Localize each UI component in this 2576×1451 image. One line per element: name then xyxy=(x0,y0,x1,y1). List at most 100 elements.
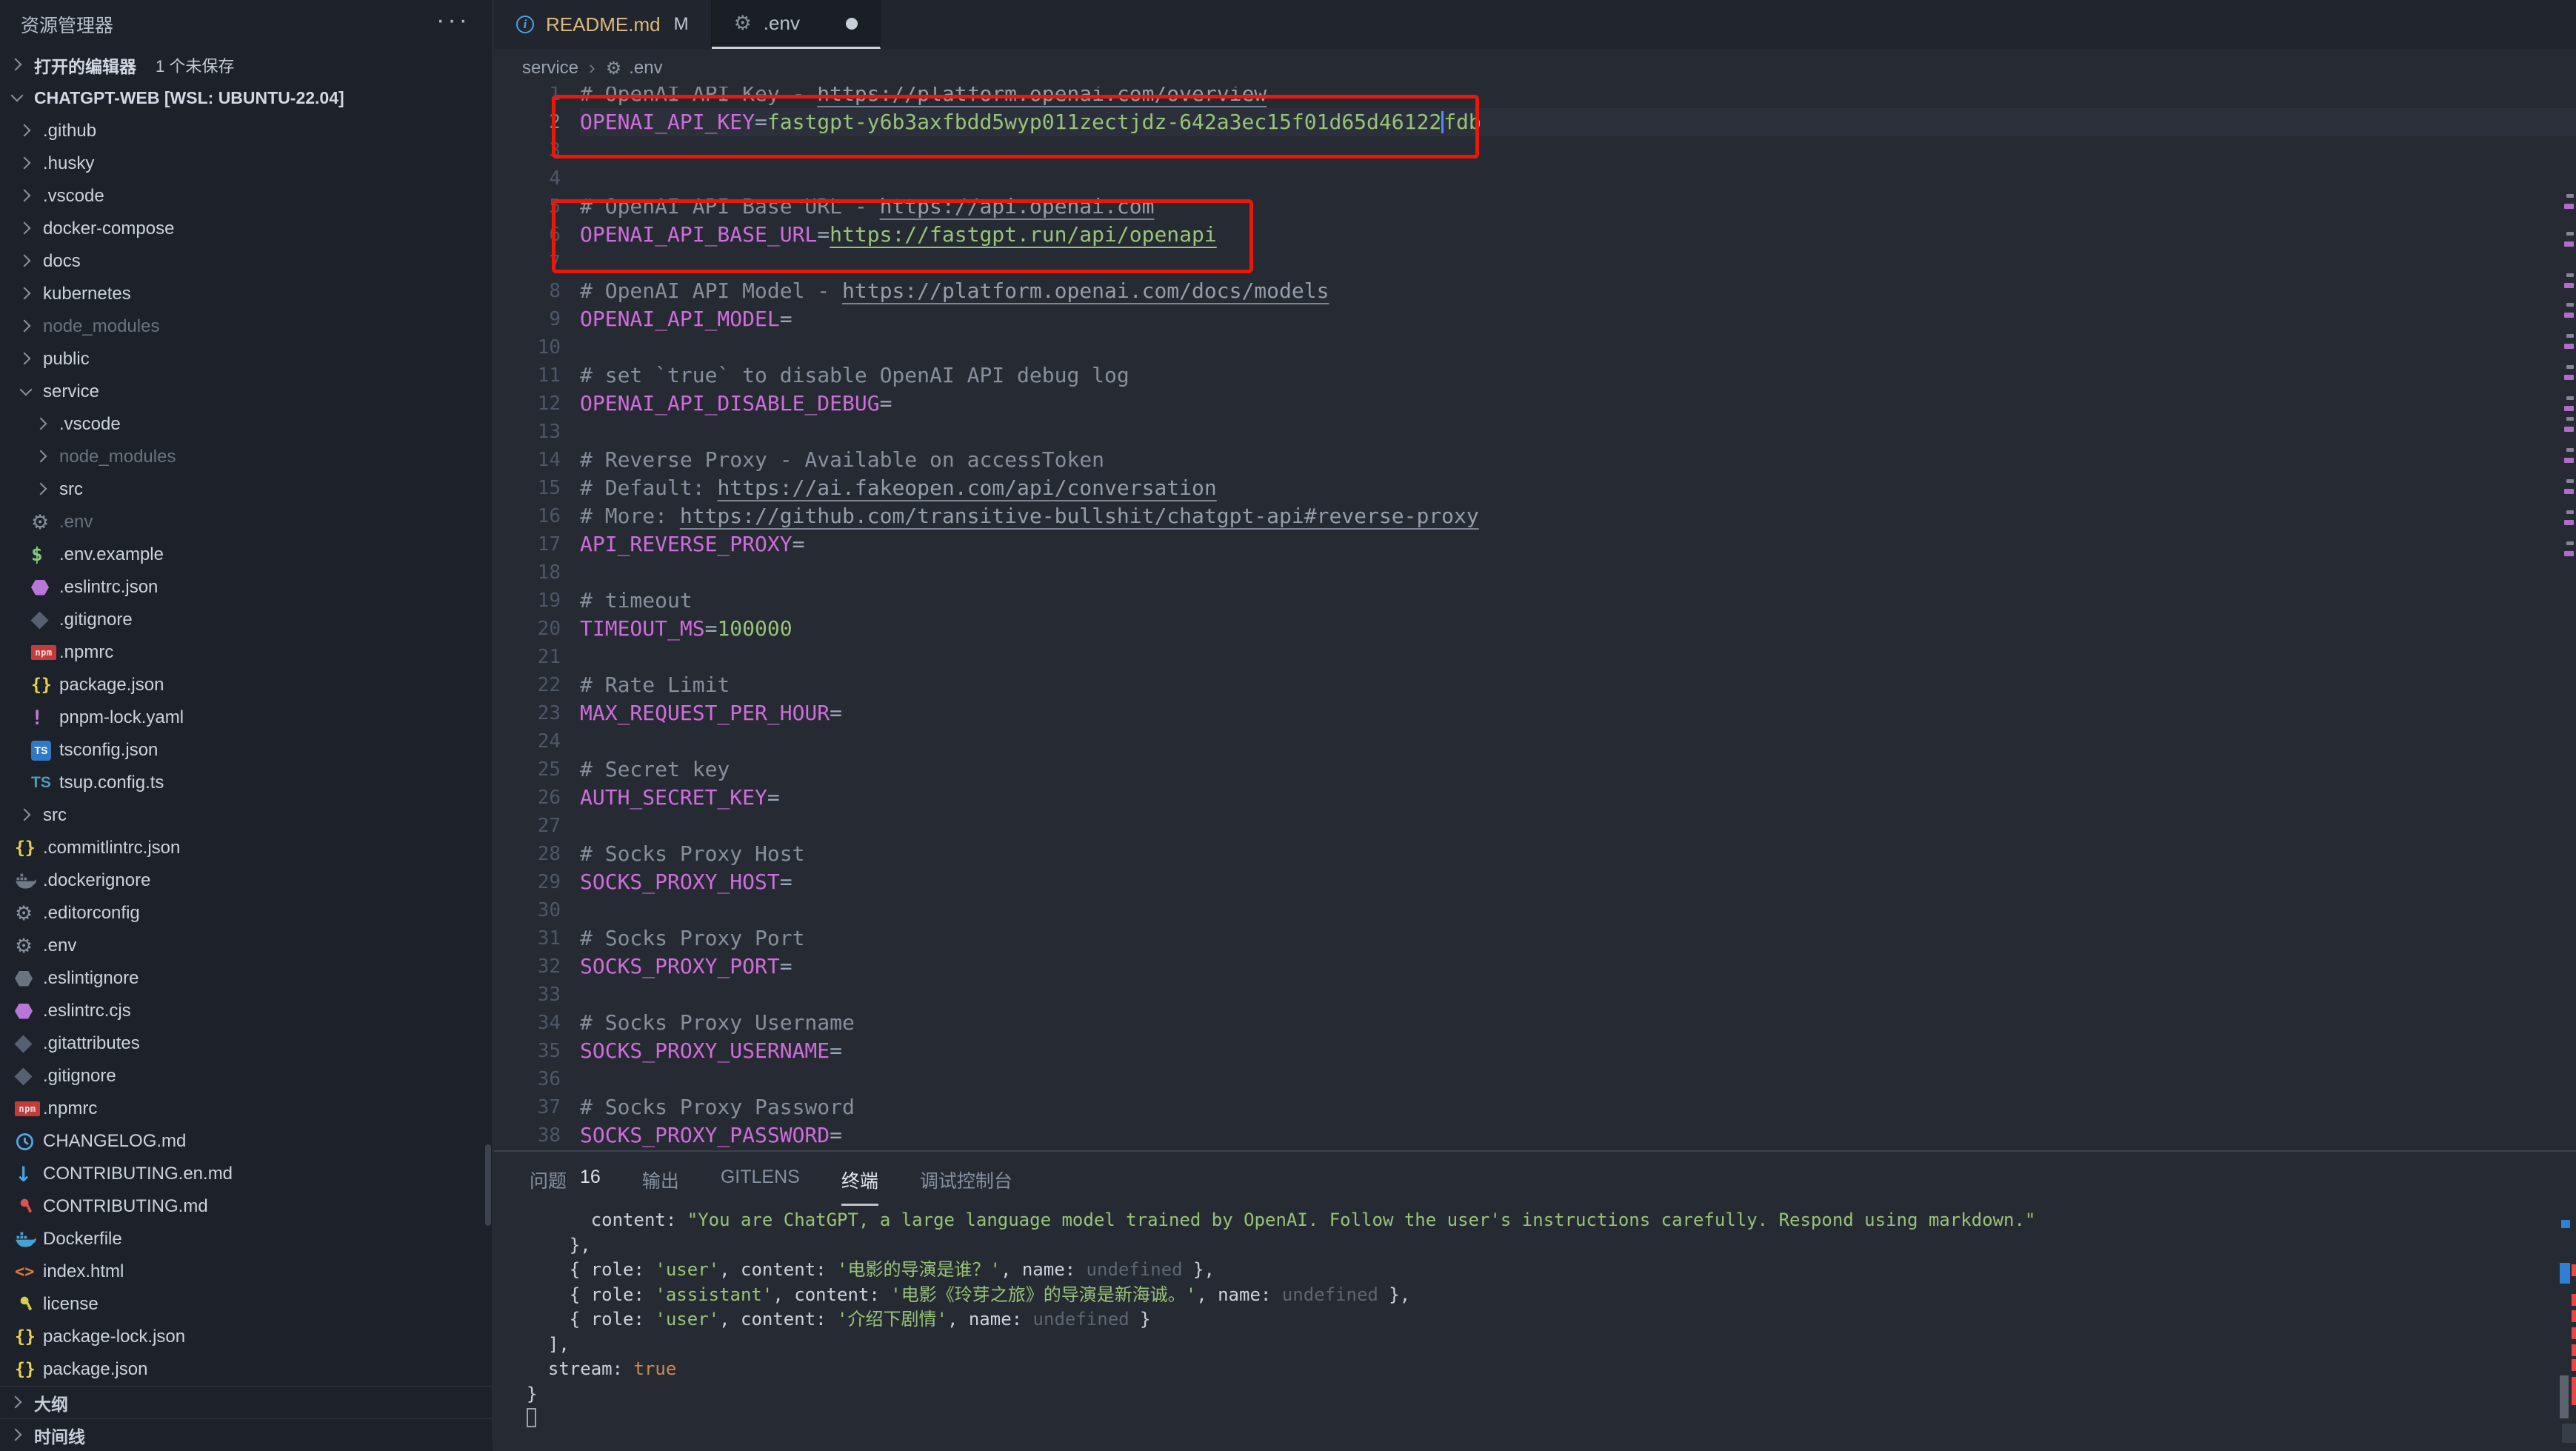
tree-file-.eslintrc.cjs[interactable]: .eslintrc.cjs xyxy=(0,995,493,1027)
code-line-25[interactable]: 25# Secret key xyxy=(494,755,2576,784)
code-line-32[interactable]: 32SOCKS_PROXY_PORT= xyxy=(494,953,2576,981)
code-line-33[interactable]: 33 xyxy=(494,981,2576,1009)
tree-item-label: package.json xyxy=(43,1359,147,1380)
panel-tab-调试控制台[interactable]: 调试控制台 xyxy=(920,1152,1012,1204)
tree-file-CONTRIBUTING.en.md[interactable]: ↓CONTRIBUTING.en.md xyxy=(0,1158,493,1190)
tree-file-.npmrc[interactable]: npm.npmrc xyxy=(0,636,493,669)
tab-readme[interactable]: i README.md M xyxy=(494,0,712,49)
code-line-31[interactable]: 31# Socks Proxy Port xyxy=(494,924,2576,953)
code-line-18[interactable]: 18 xyxy=(494,558,2576,587)
panel-tab-终端[interactable]: 终端 xyxy=(841,1152,878,1206)
tree-file-package-lock.json[interactable]: {}package-lock.json xyxy=(0,1321,493,1353)
tree-file-.npmrc[interactable]: npm.npmrc xyxy=(0,1093,493,1125)
code-line-27[interactable]: 27 xyxy=(494,812,2576,840)
code-line-20[interactable]: 20TIMEOUT_MS=100000 xyxy=(494,615,2576,643)
code-editor[interactable]: 1# OpenAI API Key - https://platform.ope… xyxy=(494,87,2576,1150)
tree-file-.gitignore[interactable]: .gitignore xyxy=(0,604,493,636)
tree-file-.gitattributes[interactable]: .gitattributes xyxy=(0,1027,493,1060)
code-line-21[interactable]: 21 xyxy=(494,643,2576,671)
tree-folder-node_modules[interactable]: node_modules xyxy=(0,441,493,473)
code-line-16[interactable]: 16# More: https://github.com/transitive-… xyxy=(494,502,2576,530)
code-line-6[interactable]: 6OPENAI_API_BASE_URL=https://fastgpt.run… xyxy=(494,221,2576,249)
tree-file-Dockerfile[interactable]: Dockerfile xyxy=(0,1223,493,1255)
panel-tab-问题[interactable]: 问题16 xyxy=(530,1152,601,1204)
code-line-23[interactable]: 23MAX_REQUEST_PER_HOUR= xyxy=(494,699,2576,727)
code-line-11[interactable]: 11# set `true` to disable OpenAI API deb… xyxy=(494,361,2576,390)
tree-file-package.json[interactable]: {}package.json xyxy=(0,669,493,701)
code-line-34[interactable]: 34# Socks Proxy Username xyxy=(494,1009,2576,1037)
code-line-13[interactable]: 13 xyxy=(494,418,2576,446)
code-line-26[interactable]: 26AUTH_SECRET_KEY= xyxy=(494,784,2576,812)
code-line-22[interactable]: 22# Rate Limit xyxy=(494,671,2576,699)
tree-file-.commitlintrc.json[interactable]: {}.commitlintrc.json xyxy=(0,832,493,864)
code-line-29[interactable]: 29SOCKS_PROXY_HOST= xyxy=(494,868,2576,896)
code-line-1[interactable]: 1# OpenAI API Key - https://platform.ope… xyxy=(494,87,2576,108)
code-line-17[interactable]: 17API_REVERSE_PROXY= xyxy=(494,530,2576,558)
chevron-right-icon xyxy=(15,153,37,175)
code-line-24[interactable]: 24 xyxy=(494,727,2576,755)
tree-file-.env.example[interactable]: $.env.example xyxy=(0,538,493,571)
tree-file-pnpm-lock.yaml[interactable]: !pnpm-lock.yaml xyxy=(0,701,493,734)
panel-tab-label: 输出 xyxy=(642,1167,679,1193)
code-line-4[interactable]: 4 xyxy=(494,164,2576,193)
panel-tab-输出[interactable]: 输出 xyxy=(642,1152,679,1204)
tree-file-.dockerignore[interactable]: .dockerignore xyxy=(0,864,493,897)
file-tree: .github.husky.vscodedocker-composedocsku… xyxy=(0,115,493,1386)
code-line-38[interactable]: 38SOCKS_PROXY_PASSWORD= xyxy=(494,1121,2576,1150)
tree-file-.gitignore[interactable]: .gitignore xyxy=(0,1060,493,1093)
tree-file-.eslintrc.json[interactable]: .eslintrc.json xyxy=(0,571,493,604)
project-section[interactable]: CHATGPT-WEB [WSL: UBUNTU-22.04] xyxy=(0,81,493,114)
tree-folder-.vscode[interactable]: .vscode xyxy=(0,408,493,441)
code-line-35[interactable]: 35SOCKS_PROXY_USERNAME= xyxy=(494,1037,2576,1065)
code-line-28[interactable]: 28# Socks Proxy Host xyxy=(494,840,2576,868)
tree-folder-src[interactable]: src xyxy=(0,799,493,832)
tree-folder-docker-compose[interactable]: docker-compose xyxy=(0,213,493,245)
tree-folder-.husky[interactable]: .husky xyxy=(0,147,493,180)
code-line-36[interactable]: 36 xyxy=(494,1065,2576,1093)
breadcrumb-folder[interactable]: service xyxy=(522,58,578,79)
tree-file-index.html[interactable]: <>index.html xyxy=(0,1255,493,1288)
code-line-30[interactable]: 30 xyxy=(494,896,2576,924)
tree-file-.eslintignore[interactable]: .eslintignore xyxy=(0,962,493,995)
tree-folder-public[interactable]: public xyxy=(0,343,493,376)
code-line-12[interactable]: 12OPENAI_API_DISABLE_DEBUG= xyxy=(494,390,2576,418)
code-line-10[interactable]: 10 xyxy=(494,333,2576,361)
timeline-section[interactable]: 时间线 xyxy=(0,1418,493,1451)
tab-env[interactable]: ⚙ .env xyxy=(712,0,881,49)
tree-folder-.github[interactable]: .github xyxy=(0,115,493,147)
tree-file-.env[interactable]: ⚙.env xyxy=(0,930,493,962)
code-line-19[interactable]: 19# timeout xyxy=(494,587,2576,615)
more-actions-icon[interactable]: ··· xyxy=(436,6,470,35)
tree-file-tsconfig.json[interactable]: TStsconfig.json xyxy=(0,734,493,767)
outline-section[interactable]: 大纲 xyxy=(0,1386,493,1418)
code-line-14[interactable]: 14# Reverse Proxy - Available on accessT… xyxy=(494,446,2576,474)
tree-folder-service[interactable]: service xyxy=(0,376,493,408)
tree-folder-.vscode[interactable]: .vscode xyxy=(0,180,493,213)
code-line-3[interactable]: 3 xyxy=(494,136,2576,164)
panel-tab-GITLENS[interactable]: GITLENS xyxy=(721,1152,800,1198)
code-line-37[interactable]: 37# Socks Proxy Password xyxy=(494,1093,2576,1121)
code-line-9[interactable]: 9OPENAI_API_MODEL= xyxy=(494,305,2576,333)
tree-file-license[interactable]: license xyxy=(0,1288,493,1321)
tree-folder-src[interactable]: src xyxy=(0,473,493,506)
tree-file-.env[interactable]: ⚙.env xyxy=(0,506,493,538)
breadcrumb-file[interactable]: .env xyxy=(629,58,662,79)
tree-file-CHANGELOG.md[interactable]: CHANGELOG.md xyxy=(0,1125,493,1158)
code-line-5[interactable]: 5# OpenAI API Base URL - https://api.ope… xyxy=(494,193,2576,221)
sidebar-scrollbar[interactable] xyxy=(485,1144,491,1226)
code-line-15[interactable]: 15# Default: https://ai.fakeopen.com/api… xyxy=(494,474,2576,502)
minimap[interactable] xyxy=(2564,87,2576,1150)
tree-file-CONTRIBUTING.md[interactable]: CONTRIBUTING.md xyxy=(0,1190,493,1223)
tree-folder-node_modules[interactable]: node_modules xyxy=(0,310,493,343)
code-line-7[interactable]: 7 xyxy=(494,249,2576,277)
terminal-output[interactable]: content: "You are ChatGPT, a large langu… xyxy=(527,1208,2035,1432)
tree-file-tsup.config.ts[interactable]: TStsup.config.ts xyxy=(0,767,493,799)
code-line-2[interactable]: 2OPENAI_API_KEY=fastgpt-y6b3axfbdd5wyp01… xyxy=(494,108,2576,136)
tree-folder-docs[interactable]: docs xyxy=(0,245,493,278)
tree-file-package.json[interactable]: {}package.json xyxy=(0,1353,493,1386)
tree-folder-kubernetes[interactable]: kubernetes xyxy=(0,278,493,310)
tree-file-.editorconfig[interactable]: ⚙.editorconfig xyxy=(0,897,493,930)
code-line-8[interactable]: 8# OpenAI API Model - https://platform.o… xyxy=(494,277,2576,305)
unsaved-dot-icon[interactable] xyxy=(846,18,858,30)
open-editors-section[interactable]: 打开的编辑器 1 个未保存 xyxy=(0,49,493,81)
